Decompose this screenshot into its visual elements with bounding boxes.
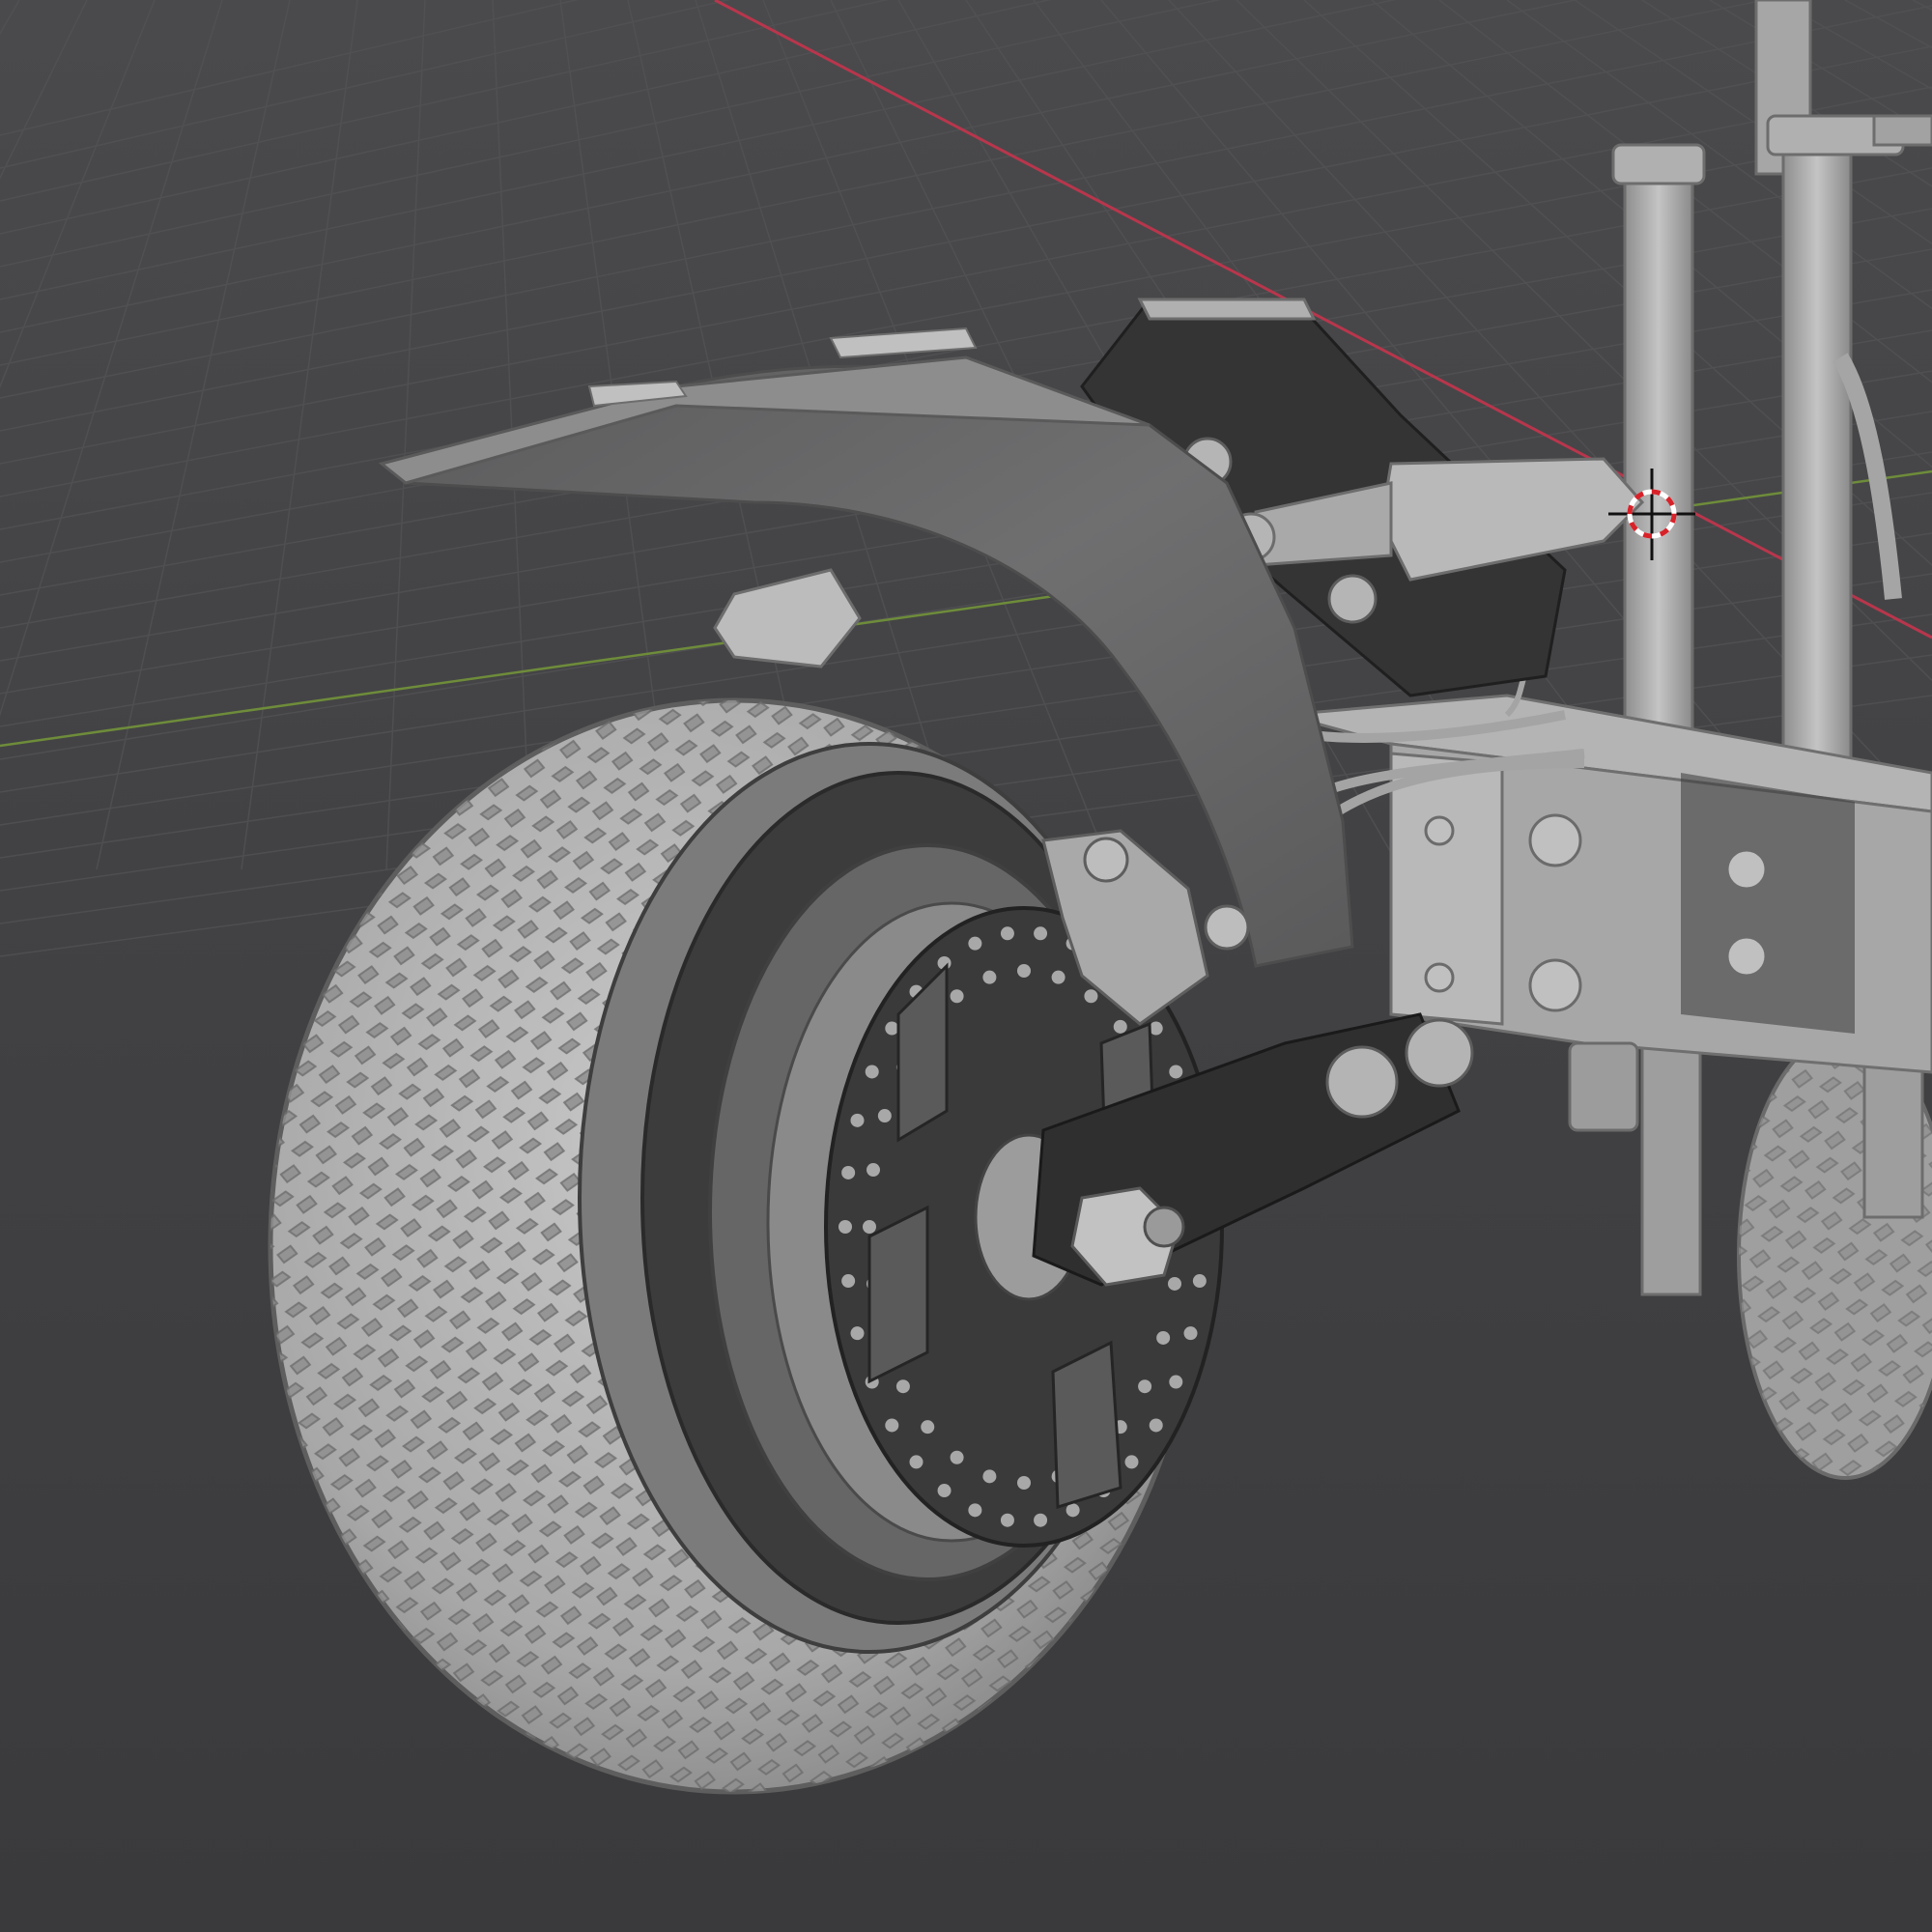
disc-hole bbox=[867, 1163, 881, 1178]
disc-hole bbox=[1017, 964, 1031, 978]
disc-hole bbox=[982, 970, 997, 984]
3d-viewport[interactable] bbox=[0, 0, 1932, 1932]
disc-hole bbox=[950, 989, 964, 1004]
disc-hole bbox=[1000, 926, 1014, 941]
disc-hole bbox=[1192, 1274, 1207, 1289]
disc-hole bbox=[1017, 1476, 1031, 1490]
disc-hole bbox=[1183, 1326, 1198, 1341]
disc-hole bbox=[1000, 1513, 1014, 1527]
disc-hole bbox=[1169, 1375, 1183, 1389]
disc-hole bbox=[1149, 1418, 1163, 1433]
disc-hole bbox=[1034, 926, 1048, 941]
disc-hole bbox=[1138, 1379, 1152, 1394]
disc-hole bbox=[895, 1379, 910, 1394]
disc-hole bbox=[877, 1109, 892, 1123]
disc-hole bbox=[1065, 1503, 1080, 1518]
disc-hole bbox=[865, 1065, 879, 1079]
disc-hole bbox=[838, 1220, 852, 1234]
disc-hole bbox=[885, 1418, 899, 1433]
disc-hole bbox=[1169, 1065, 1183, 1079]
disc-hole bbox=[1034, 1513, 1048, 1527]
disc-hole bbox=[1084, 989, 1098, 1004]
disc-hole bbox=[1051, 970, 1065, 984]
disc-hole bbox=[1124, 1455, 1139, 1469]
disc-hole bbox=[841, 1274, 856, 1289]
disc-hole bbox=[841, 1165, 856, 1179]
disc-hole bbox=[937, 1484, 952, 1498]
disc-hole bbox=[950, 1450, 964, 1464]
disc-hole bbox=[850, 1326, 865, 1341]
disc-hole bbox=[921, 1420, 935, 1435]
disc-hole bbox=[1113, 1019, 1127, 1034]
disc-hole bbox=[1167, 1276, 1181, 1291]
disc-hole bbox=[982, 1469, 997, 1484]
disc-hole bbox=[885, 1021, 899, 1036]
disc-hole bbox=[968, 936, 982, 951]
disc-hole bbox=[1156, 1330, 1171, 1345]
disc-hole bbox=[968, 1503, 982, 1518]
disc-hole bbox=[850, 1113, 865, 1127]
disc-hole bbox=[863, 1220, 876, 1234]
disc-hole bbox=[909, 1455, 923, 1469]
